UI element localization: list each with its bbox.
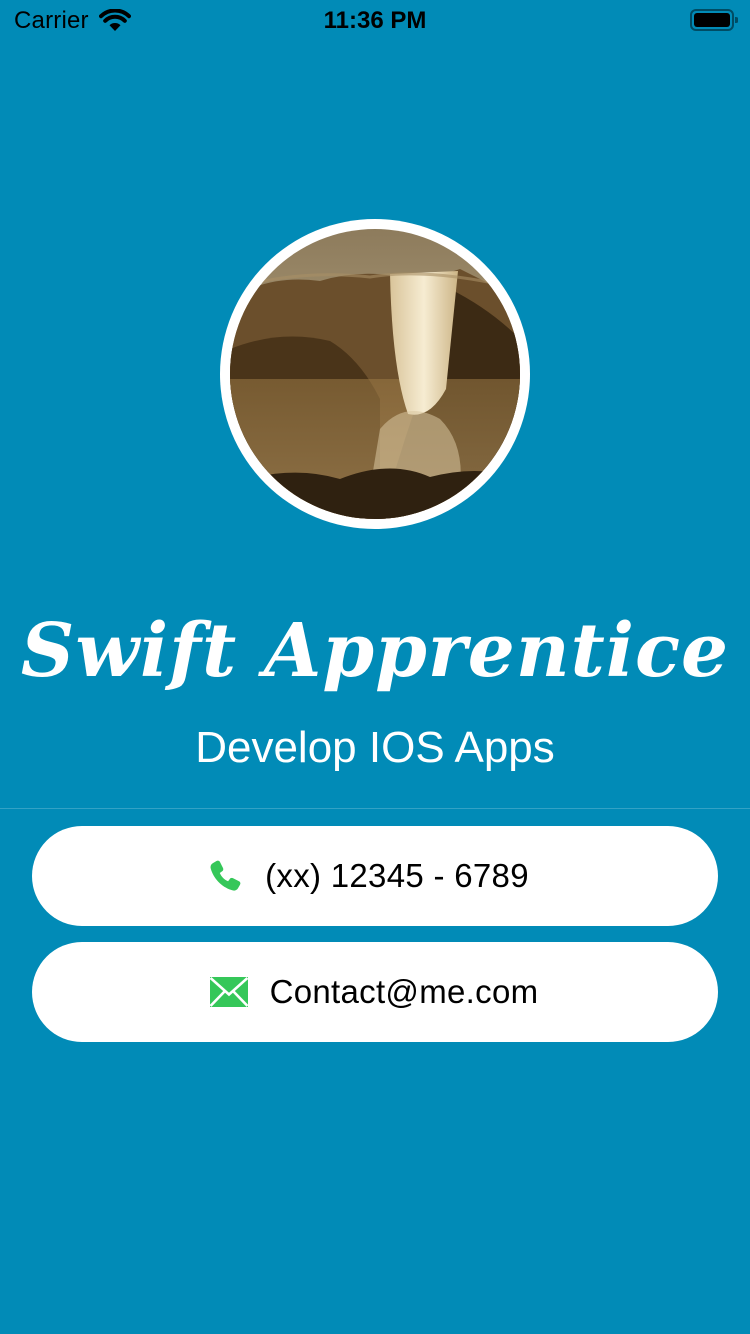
phone-button-content: (xx) 12345 - 6789 xyxy=(32,826,718,926)
battery-icon xyxy=(690,9,738,31)
email-address: Contact@me.com xyxy=(269,973,539,1010)
profile-avatar xyxy=(220,219,530,529)
waterfall-photo xyxy=(230,229,520,519)
email-button-content: Contact@me.com xyxy=(32,942,718,1042)
divider xyxy=(0,808,750,809)
mail-icon xyxy=(209,977,248,1007)
phone-number: (xx) 12345 - 6789 xyxy=(265,857,529,894)
profile-tagline: Develop IOS Apps xyxy=(195,723,555,772)
screen: Carrier 11:36 PM Swift Apprentice Develo… xyxy=(0,0,750,1334)
phone-icon xyxy=(210,860,241,891)
email-button[interactable]: Contact@me.com xyxy=(32,942,718,1042)
clock: 11:36 PM xyxy=(323,7,427,34)
profile-name: Swift Apprentice xyxy=(20,608,730,694)
phone-button[interactable]: (xx) 12345 - 6789 xyxy=(32,826,718,926)
status-bar: Carrier 11:36 PM xyxy=(0,0,750,40)
